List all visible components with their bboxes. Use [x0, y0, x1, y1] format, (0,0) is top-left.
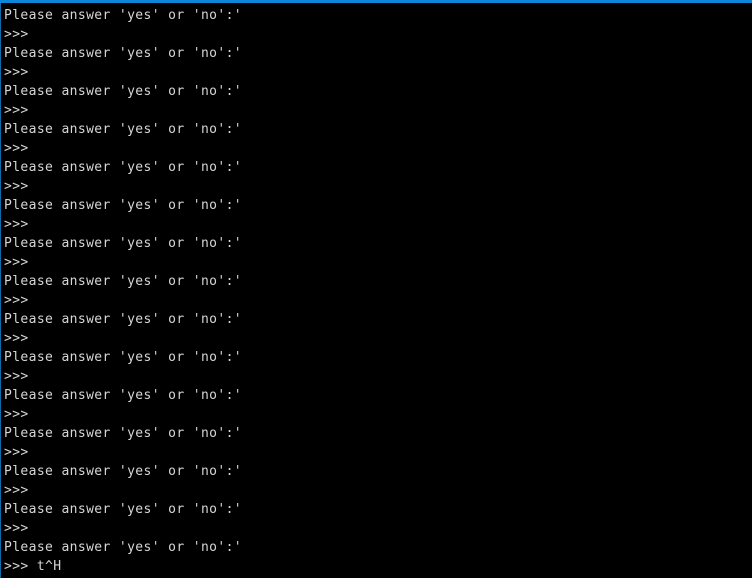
- terminal-line: Please answer 'yes' or 'no':': [4, 348, 752, 367]
- terminal-line: >>>: [4, 177, 752, 196]
- terminal-line: Please answer 'yes' or 'no':': [4, 44, 752, 63]
- terminal-output-text: Please answer 'yes' or 'no':': [4, 160, 242, 175]
- terminal-output-text: Please answer 'yes' or 'no':': [4, 122, 242, 137]
- terminal-prompt: >>>: [4, 369, 29, 384]
- terminal-output-text: Please answer 'yes' or 'no':': [4, 464, 242, 479]
- terminal-output-text: Please answer 'yes' or 'no':': [4, 426, 242, 441]
- terminal-line: Please answer 'yes' or 'no':': [4, 424, 752, 443]
- terminal-prompt: >>>: [4, 293, 29, 308]
- terminal-line: >>>: [4, 101, 752, 120]
- terminal-line: >>>: [4, 481, 752, 500]
- terminal-line: Please answer 'yes' or 'no':': [4, 196, 752, 215]
- terminal-line: Please answer 'yes' or 'no':': [4, 462, 752, 481]
- terminal-prompt-with-input: >>> t^H: [4, 559, 62, 574]
- terminal-line: Please answer 'yes' or 'no':': [4, 234, 752, 253]
- terminal-line: Please answer 'yes' or 'no':': [4, 386, 752, 405]
- terminal-prompt: >>>: [4, 255, 29, 270]
- terminal-prompt: >>>: [4, 65, 29, 80]
- terminal-output-text: Please answer 'yes' or 'no':': [4, 84, 242, 99]
- terminal-line: >>>: [4, 25, 752, 44]
- terminal-prompt: >>>: [4, 217, 29, 232]
- terminal-prompt: >>>: [4, 445, 29, 460]
- terminal-output-text: Please answer 'yes' or 'no':': [4, 350, 242, 365]
- terminal-prompt: >>>: [4, 141, 29, 156]
- terminal-line: >>>: [4, 139, 752, 158]
- terminal-line: >>>: [4, 63, 752, 82]
- terminal-prompt: >>>: [4, 521, 29, 536]
- terminal-line: Please answer 'yes' or 'no':': [4, 120, 752, 139]
- terminal-line: >>>: [4, 519, 752, 538]
- terminal-output-text: Please answer 'yes' or 'no':': [4, 388, 242, 403]
- terminal-line: Please answer 'yes' or 'no':': [4, 272, 752, 291]
- terminal-prompt: >>>: [4, 179, 29, 194]
- terminal-output-area[interactable]: Please answer 'yes' or 'no':' >>> Please a…: [0, 3, 752, 578]
- terminal-line: >>>: [4, 215, 752, 234]
- terminal-output-text: Please answer 'yes' or 'no':': [4, 312, 242, 327]
- terminal-line: Please answer 'yes' or 'no':': [4, 500, 752, 519]
- terminal-line: >>> t^H: [4, 557, 752, 576]
- terminal-line: Please answer 'yes' or 'no':': [4, 310, 752, 329]
- terminal-output-text: Please answer 'yes' or 'no':': [4, 8, 242, 23]
- terminal-output-text: Please answer 'yes' or 'no':': [4, 46, 242, 61]
- terminal-output-text: Please answer 'yes' or 'no':': [4, 540, 242, 555]
- terminal-prompt: >>>: [4, 103, 29, 118]
- terminal-prompt: >>>: [4, 407, 29, 422]
- terminal-output-text: Please answer 'yes' or 'no':': [4, 236, 242, 251]
- terminal-line: >>>: [4, 367, 752, 386]
- terminal-line: >>>: [4, 291, 752, 310]
- terminal-prompt: >>>: [4, 27, 29, 42]
- terminal-line: Please answer 'yes' or 'no':': [4, 158, 752, 177]
- terminal-prompt: >>>: [4, 483, 29, 498]
- terminal-line: >>>: [4, 253, 752, 272]
- terminal-line: >>>: [4, 443, 752, 462]
- terminal-line: Please answer 'yes' or 'no':': [4, 538, 752, 557]
- terminal-window[interactable]: Please answer 'yes' or 'no':' >>> Please a…: [0, 0, 752, 578]
- terminal-output-text: Please answer 'yes' or 'no':': [4, 502, 242, 517]
- terminal-output-text: Please answer 'yes' or 'no':': [4, 198, 242, 213]
- terminal-line: Please answer 'yes' or 'no':': [4, 6, 752, 25]
- terminal-output-text: Please answer 'yes' or 'no':': [4, 274, 242, 289]
- terminal-line: Please answer 'yes' or 'no':': [4, 82, 752, 101]
- terminal-line: >>>: [4, 405, 752, 424]
- terminal-line: >>>: [4, 329, 752, 348]
- terminal-prompt: >>>: [4, 331, 29, 346]
